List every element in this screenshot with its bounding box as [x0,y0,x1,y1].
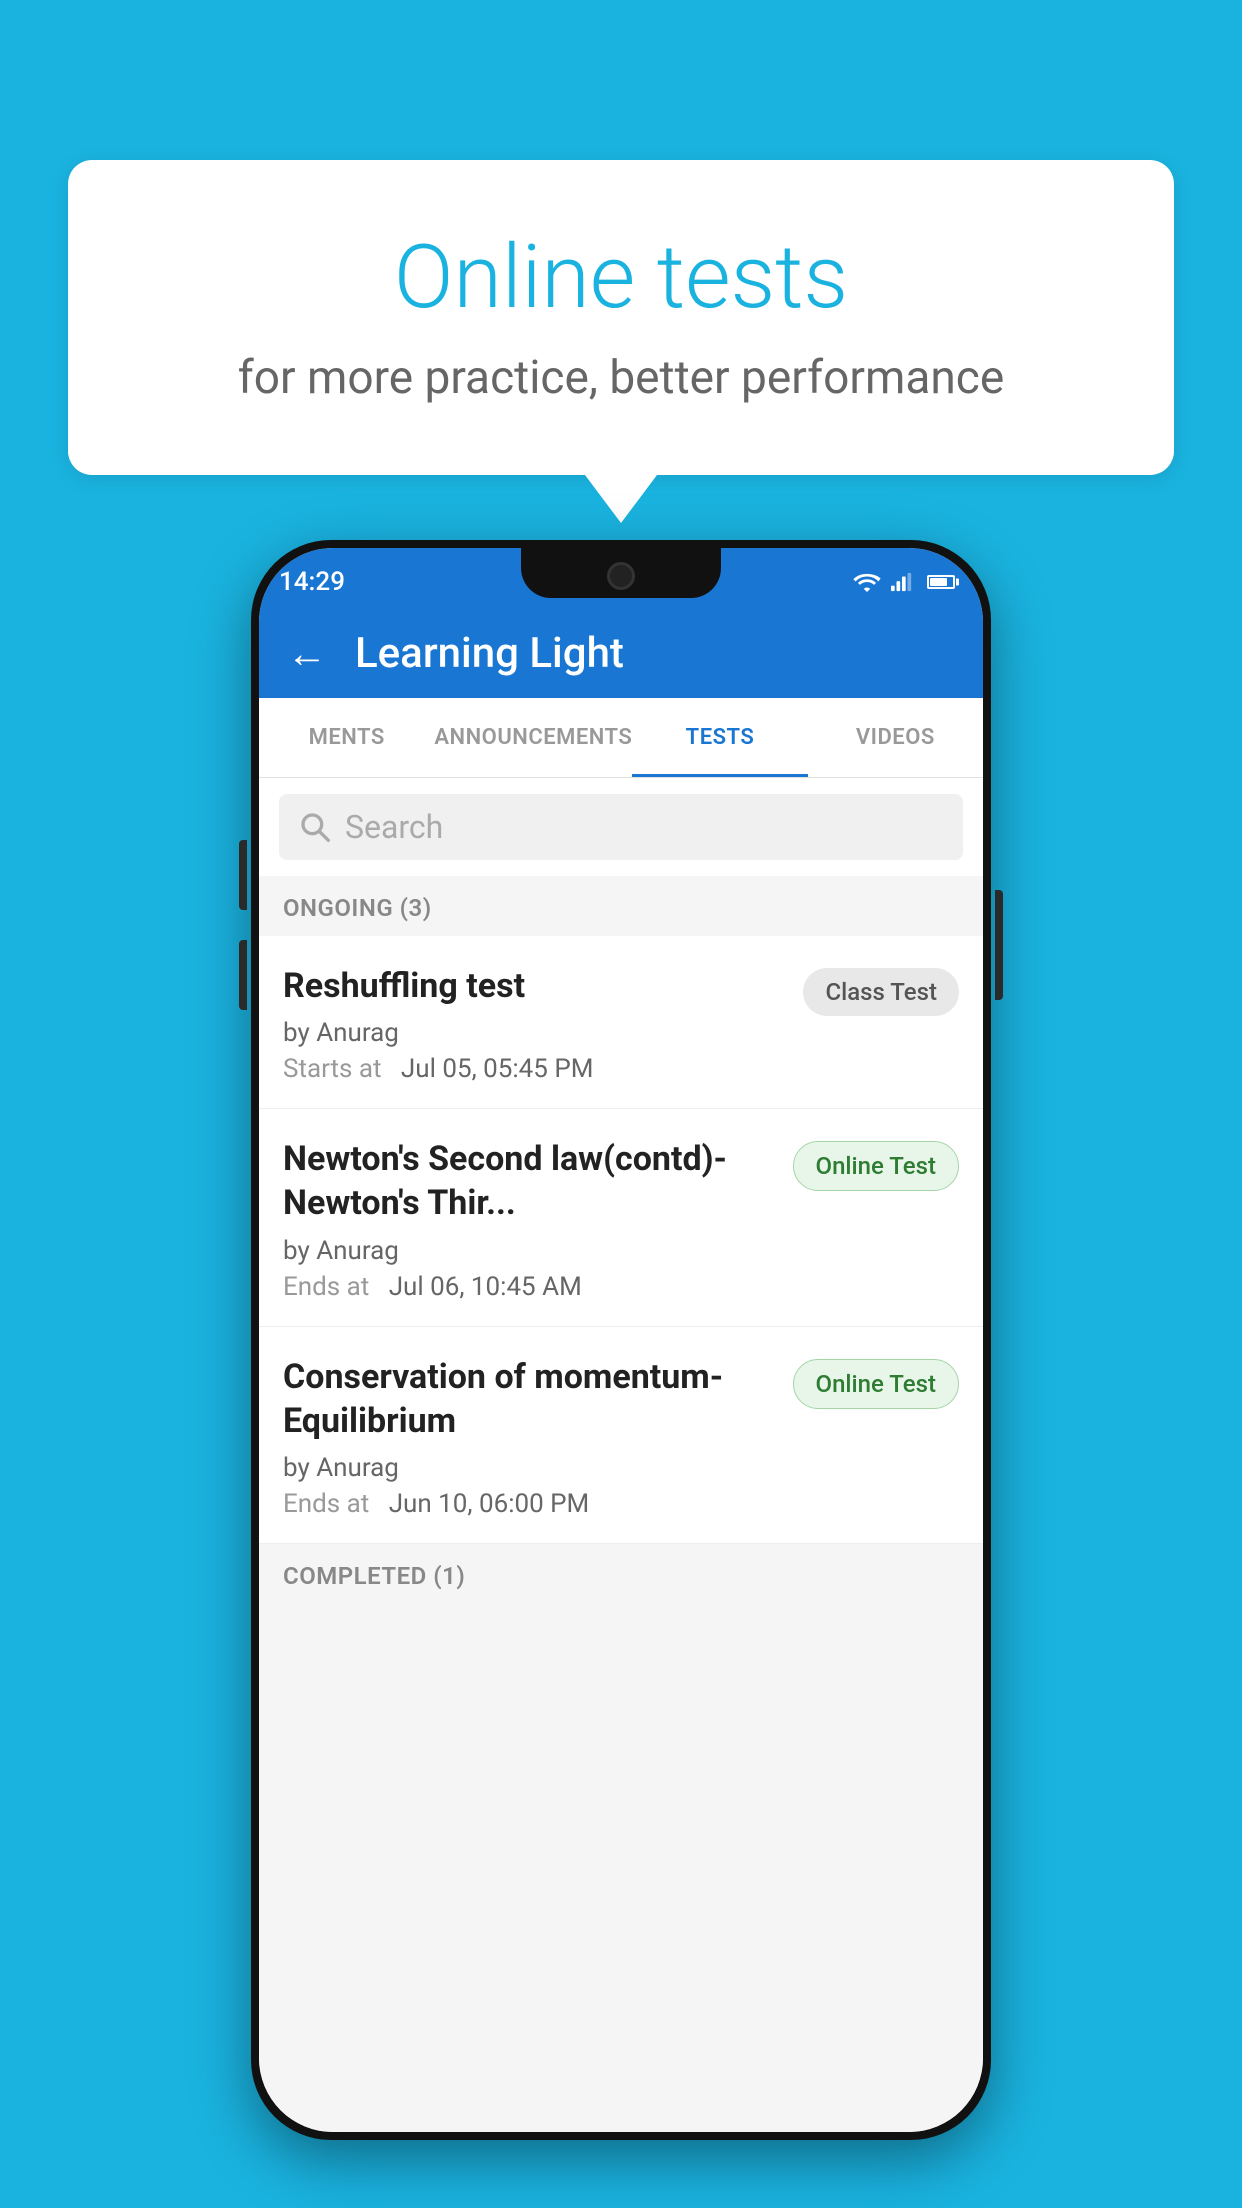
badge-online-test-2: Online Test [793,1359,959,1409]
test-info-newtons: Newton's Second law(contd)-Newton's Thir… [283,1137,777,1301]
content-area: Search ONGOING (3) Reshuffling test by A… [259,778,983,2132]
tab-tests[interactable]: TESTS [632,698,807,777]
tab-ments[interactable]: MENTS [259,698,434,777]
test-time-reshuffling: Starts at Jul 05, 05:45 PM [283,1054,787,1084]
badge-class-test: Class Test [803,968,959,1016]
test-time-conservation: Ends at Jun 10, 06:00 PM [283,1489,777,1519]
test-info-reshuffling: Reshuffling test by Anurag Starts at Jul… [283,964,787,1084]
bubble-title: Online tests [128,230,1114,327]
test-time-newtons: Ends at Jul 06, 10:45 AM [283,1272,777,1302]
search-bar[interactable]: Search [279,794,963,860]
speech-bubble-container: Online tests for more practice, better p… [68,160,1174,523]
test-item-conservation[interactable]: Conservation of momentum-Equilibrium by … [259,1327,983,1544]
phone-frame: 14:29 [251,540,991,2140]
phone-screen: 14:29 [259,548,983,2132]
camera [607,562,635,590]
test-name-newtons: Newton's Second law(contd)-Newton's Thir… [283,1137,777,1225]
wifi-icon [853,572,881,592]
test-name-reshuffling: Reshuffling test [283,964,787,1008]
test-by-reshuffling: by Anurag [283,1018,787,1048]
completed-section-title: COMPLETED (1) [283,1562,465,1590]
tab-videos[interactable]: VIDEOS [808,698,983,777]
volume-down-button [239,940,247,1010]
back-button[interactable]: ← [287,630,327,677]
ongoing-section-header: ONGOING (3) [259,876,983,936]
phone-notch [521,548,721,598]
search-input-placeholder: Search [345,808,443,846]
test-item-reshuffling[interactable]: Reshuffling test by Anurag Starts at Jul… [259,936,983,1109]
ongoing-section-title: ONGOING (3) [283,894,432,922]
status-icons [853,572,955,592]
battery-icon [927,575,955,589]
test-item-newtons[interactable]: Newton's Second law(contd)-Newton's Thir… [259,1109,983,1326]
signal-icon [891,572,913,592]
speech-bubble: Online tests for more practice, better p… [68,160,1174,475]
volume-up-button [239,840,247,910]
status-time: 14:29 [279,567,345,597]
test-info-conservation: Conservation of momentum-Equilibrium by … [283,1355,777,1519]
test-name-conservation: Conservation of momentum-Equilibrium [283,1355,777,1443]
completed-section-header: COMPLETED (1) [259,1544,983,1604]
test-by-conservation: by Anurag [283,1453,777,1483]
bubble-subtitle: for more practice, better performance [128,351,1114,405]
tab-announcements[interactable]: ANNOUNCEMENTS [434,698,632,777]
app-bar-title: Learning Light [355,629,624,678]
search-container: Search [259,778,983,876]
test-by-newtons: by Anurag [283,1236,777,1266]
speech-bubble-tail [585,475,657,523]
power-button [995,890,1003,1000]
app-bar: ← Learning Light [259,608,983,698]
tab-bar: MENTS ANNOUNCEMENTS TESTS VIDEOS [259,698,983,778]
badge-online-test-1: Online Test [793,1141,959,1191]
search-icon [299,811,331,843]
